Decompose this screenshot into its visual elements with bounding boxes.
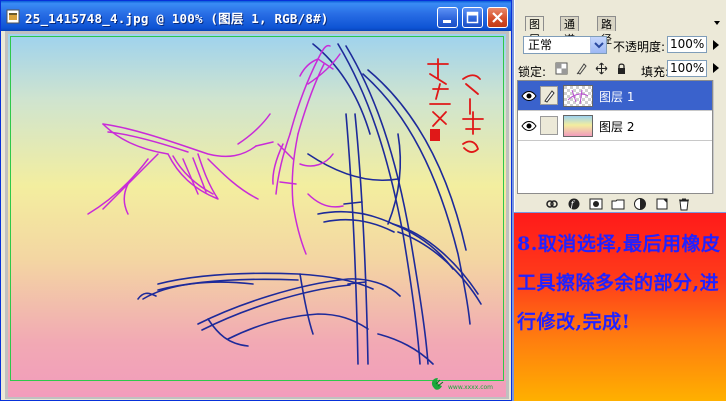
document-titlebar[interactable]: 25_1415748_4.jpg @ 100% (图层 1, RGB/8#): [1, 1, 511, 31]
layer-1-thumbnail: [563, 85, 593, 107]
brush-icon: [544, 90, 555, 103]
fill-input[interactable]: 100%: [667, 60, 707, 77]
link-layers-icon[interactable]: [545, 197, 559, 211]
layer-list: 图层 1 图层 2: [517, 80, 713, 194]
opacity-input[interactable]: 100%: [667, 36, 707, 53]
site-watermark-logo: www.xxxx.com: [431, 378, 493, 391]
layer-list-scrollbar[interactable]: [713, 80, 726, 194]
photoshop-document-icon: [6, 9, 20, 24]
fill-label: 填充:: [641, 65, 670, 79]
maximize-icon: [466, 11, 479, 24]
layer-row-2[interactable]: 图层 2: [518, 111, 712, 141]
canvas-area[interactable]: www.xxxx.com: [5, 31, 509, 399]
layer-link-cell[interactable]: [540, 116, 558, 135]
maximize-button[interactable]: [462, 7, 483, 28]
dropdown-arrow-icon: [590, 37, 606, 53]
minimize-button[interactable]: [437, 7, 458, 28]
lock-transparency-icon[interactable]: [555, 62, 568, 75]
layer-name: 图层 2: [599, 120, 635, 134]
tab-channels[interactable]: 通道: [560, 16, 579, 46]
layer-brush-link-cell[interactable]: [540, 86, 558, 105]
lock-label: 锁定:: [518, 65, 547, 79]
new-layer-icon[interactable]: [655, 197, 669, 211]
eye-visibility-icon[interactable]: [518, 81, 540, 111]
eye-visibility-icon[interactable]: [518, 111, 540, 141]
document-window: 25_1415748_4.jpg @ 100% (图层 1, RGB/8#) w…: [0, 0, 512, 401]
close-icon: [492, 12, 503, 23]
layer-name: 图层 1: [599, 90, 635, 104]
tab-paths[interactable]: 路径: [597, 16, 616, 46]
layer-2-thumbnail: [563, 115, 593, 137]
layer-mask-icon[interactable]: [589, 197, 603, 211]
blend-mode-select[interactable]: 正常: [523, 36, 607, 54]
lock-position-move-icon[interactable]: [595, 62, 608, 75]
instruction-box: 8.取消选择,最后用橡皮工具擦除多余的部分,进行修改,完成!: [514, 213, 726, 401]
lock-all-icon[interactable]: [615, 62, 628, 75]
image-canvas[interactable]: www.xxxx.com: [8, 34, 506, 397]
layers-panel-footer: f: [517, 196, 725, 212]
layers-panel: 图层 通道 路径 正常 不透明度: 100% 锁定: 填充: 100%: [514, 0, 726, 212]
minimize-icon: [443, 20, 451, 23]
opacity-label: 不透明度:: [613, 40, 666, 54]
delete-layer-icon[interactable]: [677, 197, 691, 211]
layer-style-icon[interactable]: f: [567, 197, 581, 211]
lock-image-brush-icon[interactable]: [575, 62, 588, 75]
blend-mode-value: 正常: [528, 38, 553, 52]
close-button[interactable]: [487, 7, 508, 28]
new-group-icon[interactable]: [611, 197, 625, 211]
fill-slider-arrow-icon[interactable]: [709, 60, 722, 77]
watermark-text: www.xxxx.com: [448, 384, 493, 391]
instruction-text: 8.取消选择,最后用橡皮工具擦除多余的部分,进行修改,完成!: [517, 233, 721, 333]
layer-1-thumbnail-drawing: [567, 89, 589, 105]
adjustment-layer-icon[interactable]: [633, 197, 647, 211]
tab-layers[interactable]: 图层: [525, 16, 544, 46]
selection-marquee: [10, 36, 504, 381]
layer-row-1[interactable]: 图层 1: [518, 81, 712, 111]
document-title: 25_1415748_4.jpg @ 100% (图层 1, RGB/8#): [25, 11, 329, 26]
panel-menu-arrow-icon[interactable]: [711, 16, 723, 30]
opacity-slider-arrow-icon[interactable]: [709, 37, 722, 54]
